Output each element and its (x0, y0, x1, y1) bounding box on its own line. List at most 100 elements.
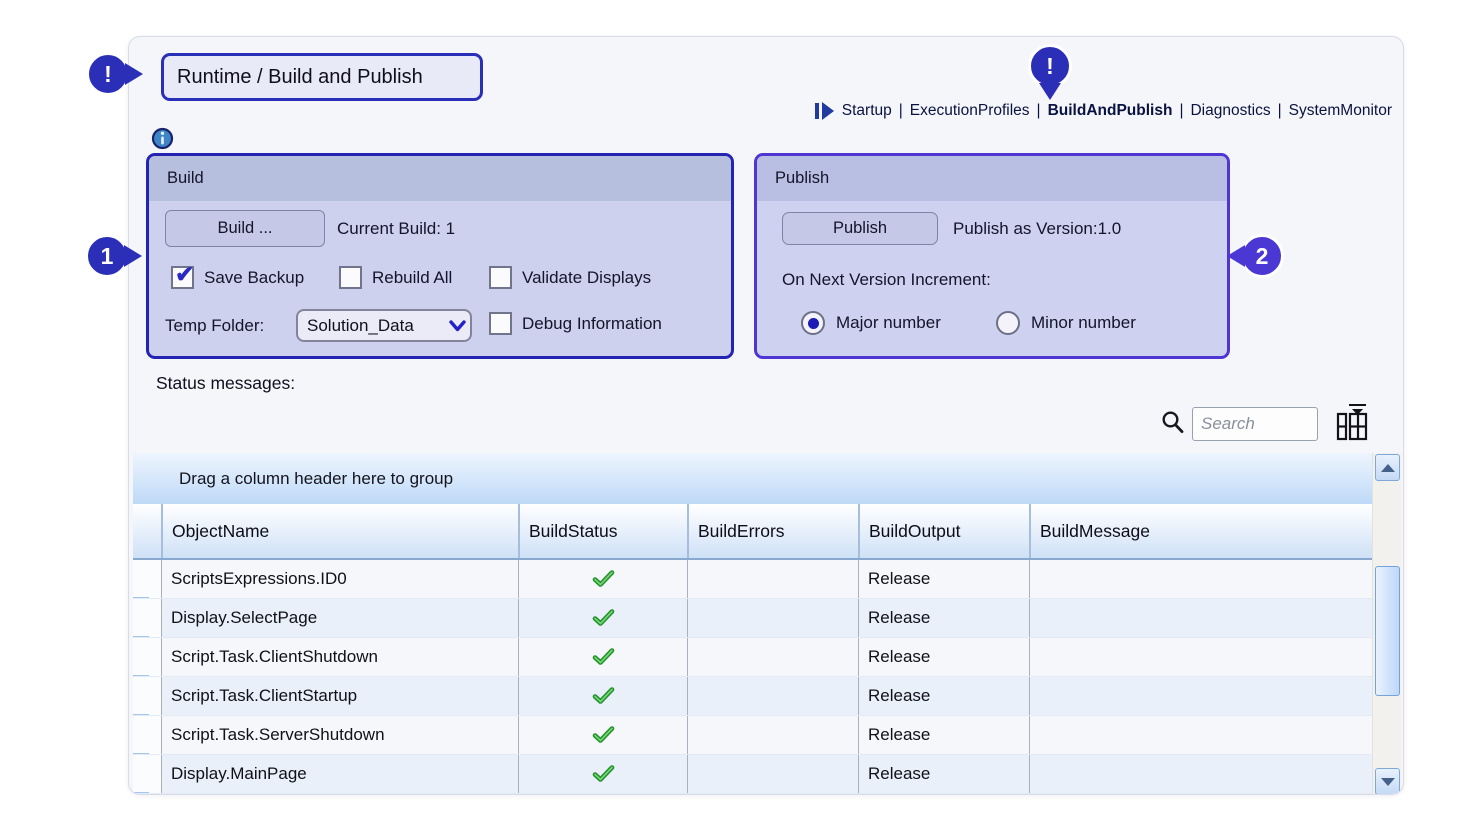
cell-buildmessage (1029, 755, 1372, 793)
column-header-builderrors[interactable]: BuildErrors (687, 504, 858, 558)
header-gutter (133, 504, 161, 558)
publish-button[interactable]: Publish (782, 212, 938, 245)
checkbox-label: Validate Displays (522, 268, 651, 288)
row-selector[interactable] (133, 755, 161, 793)
publish-panel-title: Publish (757, 156, 1227, 201)
table-row[interactable]: Display.MainPage Release (133, 755, 1372, 794)
cell-builderrors (687, 599, 858, 637)
table-row[interactable]: Script.Task.ClientStartup Release (133, 677, 1372, 716)
cell-buildmessage (1029, 638, 1372, 676)
save-backup-checkbox[interactable]: Save Backup (171, 266, 304, 289)
publish-version-text: Publish as Version:1.0 (953, 212, 1121, 245)
tab-diagnostics[interactable]: Diagnostics (1190, 102, 1270, 120)
cell-builderrors (687, 755, 858, 793)
build-panel-title: Build (149, 156, 731, 201)
temp-folder-value: Solution_Data (298, 316, 444, 336)
current-build-text: Current Build: 1 (337, 210, 455, 247)
success-check-icon (592, 765, 615, 783)
cell-buildstatus (518, 560, 687, 598)
cell-buildoutput: Release (858, 716, 1029, 754)
validate-displays-checkbox[interactable]: Validate Displays (489, 266, 651, 289)
checkbox-box[interactable] (489, 312, 512, 335)
cell-objectname: Display.SelectPage (161, 599, 518, 637)
cell-builderrors (687, 716, 858, 754)
rebuild-all-checkbox[interactable]: Rebuild All (339, 266, 452, 289)
alert-badge-breadcrumb: ! (1028, 44, 1072, 88)
table-row[interactable]: Script.Task.ClientShutdown Release (133, 638, 1372, 677)
build-button[interactable]: Build ... (165, 210, 325, 247)
temp-folder-select[interactable]: Solution_Data (296, 309, 472, 342)
cell-builderrors (687, 638, 858, 676)
cell-objectname: Script.Task.ClientStartup (161, 677, 518, 715)
scroll-down-button[interactable] (1375, 768, 1400, 795)
cell-buildstatus (518, 677, 687, 715)
cell-buildoutput: Release (858, 638, 1029, 676)
checkbox-box[interactable] (339, 266, 362, 289)
row-selector[interactable] (133, 560, 161, 598)
cell-buildoutput: Release (858, 599, 1029, 637)
vertical-scrollbar[interactable] (1372, 453, 1401, 795)
table-row[interactable]: ScriptsExpressions.ID0 Release (133, 560, 1372, 599)
cell-buildmessage (1029, 560, 1372, 598)
cell-objectname: Display.MainPage (161, 755, 518, 793)
column-header-objectname[interactable]: ObjectName (161, 504, 518, 558)
table-row[interactable]: Display.SelectPage Release (133, 599, 1372, 638)
cell-buildoutput: Release (858, 560, 1029, 598)
scrollbar-thumb[interactable] (1375, 566, 1400, 696)
cell-buildstatus (518, 716, 687, 754)
debug-information-checkbox[interactable]: Debug Information (489, 312, 662, 335)
row-selector[interactable] (133, 716, 161, 754)
search-input[interactable] (1192, 407, 1318, 441)
page-title: Runtime / Build and Publish (161, 53, 483, 101)
scroll-up-button[interactable] (1375, 454, 1400, 481)
tab-buildandpublish[interactable]: BuildAndPublish (1048, 102, 1173, 120)
radio-label: Minor number (1031, 313, 1136, 333)
cell-objectname: ScriptsExpressions.ID0 (161, 560, 518, 598)
radio-circle[interactable] (996, 311, 1020, 335)
success-check-icon (592, 609, 615, 627)
step-badge-1: 1 (85, 234, 129, 278)
success-check-icon (592, 726, 615, 744)
tab-executionprofiles[interactable]: ExecutionProfiles (910, 102, 1030, 120)
cell-buildstatus (518, 638, 687, 676)
radio-circle[interactable] (801, 311, 825, 335)
checkbox-label: Save Backup (204, 268, 304, 288)
group-drop-zone[interactable]: Drag a column header here to group (133, 453, 1372, 504)
column-header-buildoutput[interactable]: BuildOutput (858, 504, 1029, 558)
tab-startup[interactable]: Startup (842, 102, 892, 120)
cell-buildoutput: Release (858, 755, 1029, 793)
tab-systemmonitor[interactable]: SystemMonitor (1289, 102, 1392, 120)
cell-buildmessage (1029, 716, 1372, 754)
settings-card: Runtime / Build and Publish Startup | Ex… (128, 36, 1404, 795)
status-messages-label: Status messages: (156, 373, 295, 394)
grid-header-row: ObjectName BuildStatus BuildErrors Build… (133, 504, 1372, 560)
breadcrumb: Startup | ExecutionProfiles | BuildAndPu… (814, 99, 1392, 123)
row-selector[interactable] (133, 599, 161, 637)
info-icon[interactable] (151, 127, 174, 150)
column-header-buildstatus[interactable]: BuildStatus (518, 504, 687, 558)
play-skip-icon (814, 100, 835, 122)
success-check-icon (592, 648, 615, 666)
success-check-icon (592, 687, 615, 705)
cell-builderrors (687, 560, 858, 598)
radio-label: Major number (836, 313, 941, 333)
publish-panel: Publish Publish Publish as Version:1.0 O… (754, 153, 1230, 359)
checkbox-box[interactable] (171, 266, 194, 289)
step-badge-2: 2 (1240, 234, 1284, 278)
column-chooser-icon[interactable] (1335, 402, 1369, 442)
cell-buildstatus (518, 599, 687, 637)
minor-number-radio[interactable]: Minor number (996, 311, 1136, 335)
increment-label: On Next Version Increment: (782, 268, 991, 292)
table-row[interactable]: Script.Task.ServerShutdown Release (133, 716, 1372, 755)
major-number-radio[interactable]: Major number (801, 311, 941, 335)
column-header-buildmessage[interactable]: BuildMessage (1029, 504, 1372, 558)
checkbox-label: Debug Information (522, 314, 662, 334)
row-selector[interactable] (133, 638, 161, 676)
checkbox-box[interactable] (489, 266, 512, 289)
cell-buildoutput: Release (858, 677, 1029, 715)
row-selector[interactable] (133, 677, 161, 715)
cell-buildstatus (518, 755, 687, 793)
cell-builderrors (687, 677, 858, 715)
build-panel: Build Build ... Current Build: 1 Save Ba… (146, 153, 734, 359)
search-icon (1161, 410, 1184, 434)
